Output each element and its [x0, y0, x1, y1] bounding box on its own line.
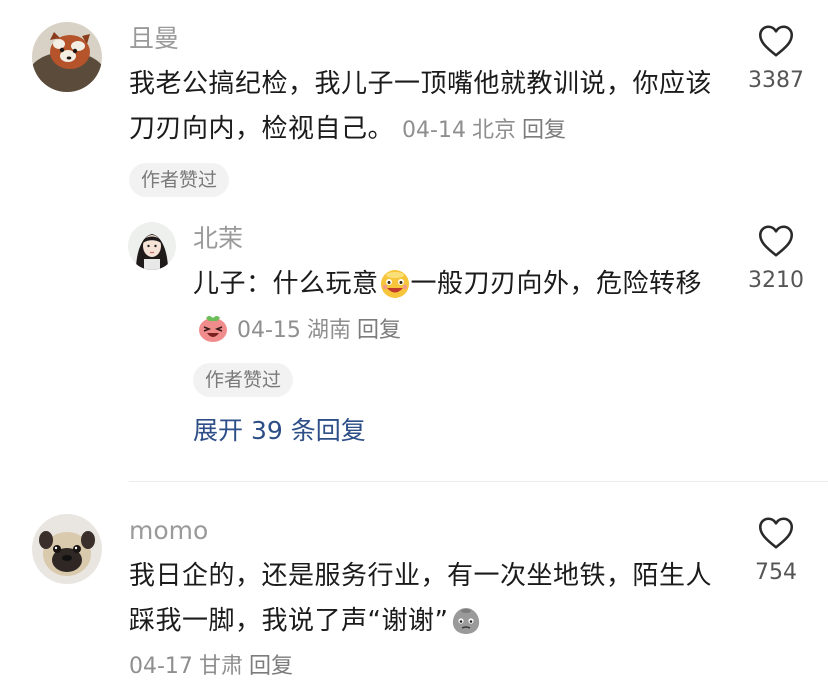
- comment-text: 我日企的，还是服务行业，有一次坐地铁，陌生人踩我一脚，我说了声“谢谢”: [129, 554, 719, 644]
- like-button[interactable]: 3387: [721, 24, 828, 94]
- reply-date: 04-15: [237, 318, 301, 343]
- like-button[interactable]: 3210: [721, 224, 828, 294]
- reply-body-part2: 一般刀刃向外，危险转移: [410, 269, 703, 299]
- heart-icon: [758, 225, 794, 257]
- comment-meta: 04-17 甘肃 回复: [129, 652, 299, 682]
- user-avatar-beimo[interactable]: [128, 222, 176, 270]
- author-liked-badge: 作者赞过: [193, 363, 294, 397]
- user-avatar-momo[interactable]: [32, 514, 102, 584]
- comment-meta: 04-14 北京 回复: [402, 118, 572, 143]
- gray-face-emoji-icon: [450, 604, 482, 636]
- expand-replies-button[interactable]: 展开 39 条回复: [193, 416, 366, 446]
- reply-username[interactable]: 北茉: [193, 224, 243, 254]
- comment-location: 甘肃: [198, 654, 243, 679]
- girl-avatar-icon: [128, 222, 176, 270]
- like-count: 3387: [748, 68, 804, 93]
- heart-icon: [758, 517, 794, 549]
- red-panda-avatar-icon: [32, 22, 102, 92]
- reply-body-part1: 儿子：什么玩意: [193, 269, 379, 299]
- reply-button[interactable]: 回复: [249, 654, 293, 679]
- reply-button[interactable]: 回复: [522, 118, 566, 143]
- laughing-emoji-icon: [197, 312, 229, 344]
- comment-date: 04-17: [129, 654, 193, 679]
- like-count: 754: [755, 560, 797, 585]
- user-avatar-qieman[interactable]: [32, 22, 102, 92]
- reply-location: 湖南: [306, 318, 351, 343]
- grinning-emoji-icon: [379, 267, 411, 299]
- reply-text: 儿子：什么玩意 一般刀刃向外，危险转移 04-15 湖南 回复: [193, 262, 721, 353]
- comment-text: 我老公搞纪检，我儿子一顶嘴他就教训说，你应该刀刃向内，检视自己。 04-14 北京回…: [129, 62, 719, 153]
- comment-body: 我日企的，还是服务行业，有一次坐地铁，陌生人踩我一脚，我说了声“谢谢”: [129, 561, 713, 636]
- comment-date: 04-14: [402, 118, 466, 143]
- author-liked-badge: 作者赞过: [129, 163, 230, 197]
- heart-icon: [758, 25, 794, 57]
- reply-meta: 04-15 湖南 回复: [237, 318, 407, 343]
- like-button[interactable]: 754: [721, 516, 828, 586]
- pug-avatar-icon: [32, 514, 102, 584]
- like-count: 3210: [748, 268, 804, 293]
- divider: [129, 481, 828, 482]
- reply-button[interactable]: 回复: [357, 318, 401, 343]
- comment-username[interactable]: 且曼: [129, 24, 179, 54]
- comment-location: 北京: [471, 118, 516, 143]
- comment-username[interactable]: momo: [129, 516, 208, 546]
